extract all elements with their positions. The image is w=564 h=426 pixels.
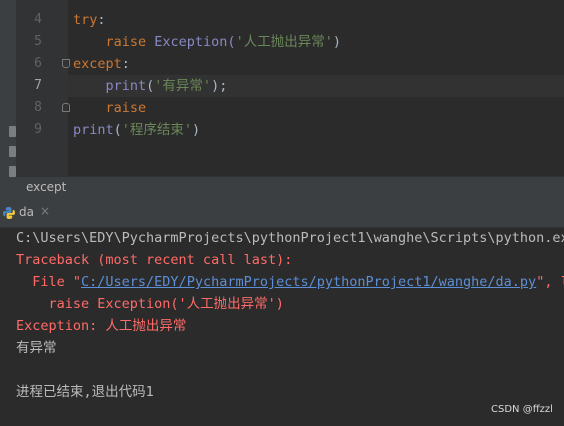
builtin-name: Exception(: [146, 34, 236, 50]
close-icon[interactable]: ×: [40, 204, 50, 218]
file-suffix: ", li: [536, 274, 564, 290]
exception-message: Exception: 人工抛出异常: [16, 318, 187, 334]
punctuation: :: [97, 12, 106, 28]
punctuation: ): [332, 34, 341, 50]
traceback-code-line: raise Exception('人工抛出异常'): [16, 296, 284, 312]
traceback-header: Traceback (most recent call last):: [16, 252, 293, 268]
run-tab-label: da: [19, 205, 34, 219]
line-number: 7: [34, 78, 42, 93]
keyword: except: [73, 56, 122, 72]
line-number: 4: [34, 12, 42, 27]
fold-marker-icon[interactable]: [62, 59, 70, 68]
stdout-line: 有异常: [16, 340, 57, 356]
run-tab-da[interactable]: da ×: [0, 199, 58, 227]
watermark: CSDN @ffzzl: [491, 404, 553, 415]
string-literal: '人工抛出异常': [235, 34, 333, 50]
punctuation: :: [121, 56, 130, 72]
code-line[interactable]: raise Exception('人工抛出异常'): [73, 31, 341, 53]
tool-window-icon[interactable]: [9, 146, 16, 157]
builtin-name: print: [73, 122, 114, 138]
string-literal: '程序结束': [121, 122, 193, 138]
fold-marker-icon[interactable]: [62, 103, 70, 112]
string-literal: '有异常': [154, 78, 212, 94]
python-icon: [3, 207, 15, 219]
punctuation: );: [211, 78, 228, 94]
keyword: try: [73, 12, 98, 28]
code-line[interactable]: except:: [73, 53, 130, 75]
keyword: raise: [105, 34, 147, 50]
keyword: raise: [105, 100, 147, 116]
code-line[interactable]: raise: [73, 97, 147, 119]
left-tool-strip: [0, 0, 16, 200]
tool-window-icon[interactable]: [9, 166, 16, 177]
traceback-file-line: File "C:/Users/EDY/PycharmProjects/pytho…: [16, 271, 564, 293]
run-tab-bar: da ×: [0, 199, 564, 228]
console-command-line: C:\Users\EDY\PycharmProjects\pythonProje…: [16, 230, 564, 246]
line-number: 5: [34, 34, 42, 49]
code-line[interactable]: try:: [73, 9, 106, 31]
breadcrumb: except: [16, 176, 564, 199]
line-number: 8: [34, 100, 42, 115]
file-link[interactable]: C:/Users/EDY/PycharmProjects/pythonProje…: [81, 274, 536, 290]
line-number: 9: [34, 122, 42, 137]
line-number: 6: [34, 56, 42, 71]
builtin-name: print: [105, 78, 147, 94]
process-exit-line: 进程已结束,退出代码1: [16, 384, 154, 400]
tool-window-icon[interactable]: [9, 126, 16, 137]
run-console[interactable]: C:\Users\EDY\PycharmProjects\pythonProje…: [0, 228, 564, 426]
punctuation: ): [192, 122, 201, 138]
code-line[interactable]: print('有异常');: [73, 75, 228, 97]
code-line[interactable]: print('程序结束'): [73, 119, 200, 141]
punctuation: (: [113, 122, 122, 138]
breadcrumb-item[interactable]: except: [26, 180, 66, 194]
file-prefix: File ": [16, 274, 82, 290]
